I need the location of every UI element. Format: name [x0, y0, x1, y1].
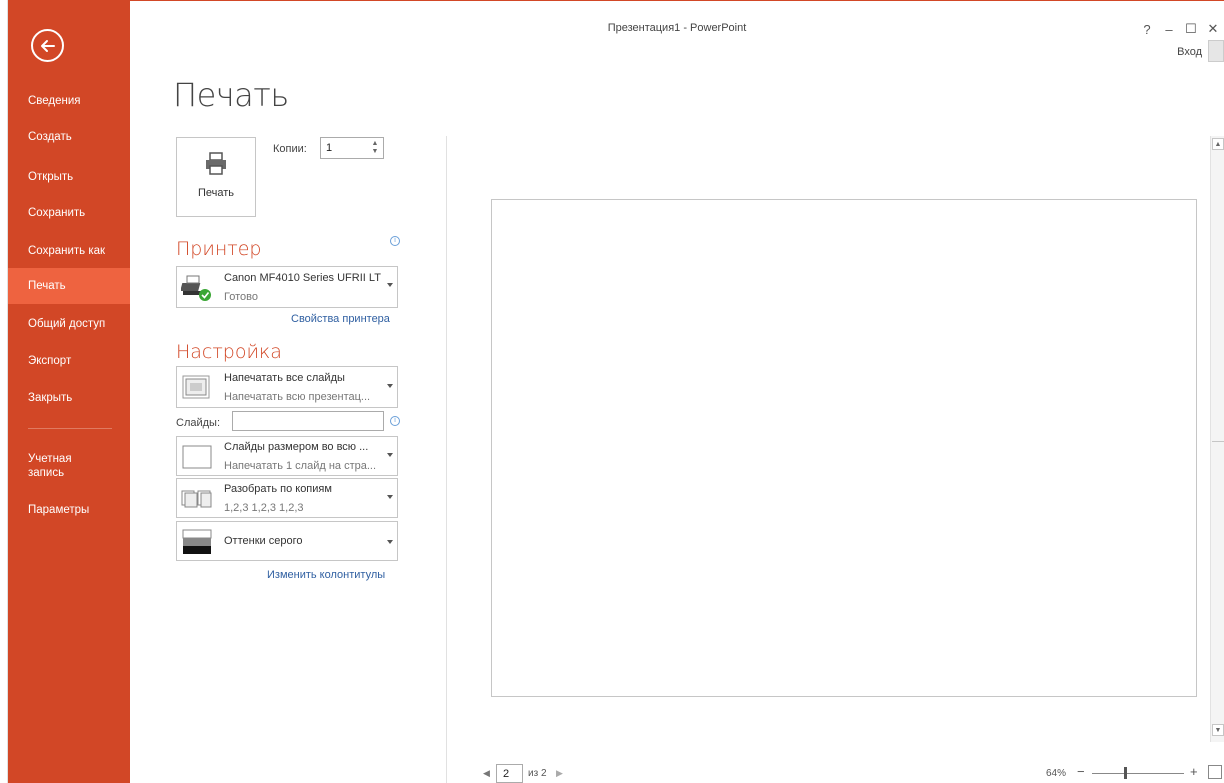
copies-value: 1 [326, 142, 333, 154]
collate-title: Разобрать по копиям [224, 483, 332, 495]
sidebar-item-share[interactable]: Общий доступ [8, 306, 130, 342]
settings-heading: Настройка [176, 341, 282, 363]
print-preview-page [491, 199, 1197, 697]
sidebar-item-print[interactable]: Печать [8, 268, 130, 304]
window-controls: ? – ☐ ✕ [1136, 20, 1224, 38]
window-edge [0, 0, 8, 783]
printer-icon [206, 152, 226, 175]
collate-dropdown[interactable]: Разобрать по копиям 1,2,3 1,2,3 1,2,3 [176, 478, 398, 518]
account-label-line1: Учетная [28, 453, 72, 465]
chevron-down-icon [387, 453, 393, 457]
chevron-down-icon [387, 283, 393, 287]
sidebar-divider [28, 428, 112, 429]
panel-divider [446, 136, 447, 783]
chevron-down-icon [387, 384, 393, 388]
arrow-left-icon [40, 39, 55, 52]
sidebar-item-save[interactable]: Сохранить [8, 195, 130, 231]
print-range-dropdown[interactable]: Напечатать все слайды Напечатать всю пре… [176, 366, 398, 408]
page-number-input[interactable]: 2 [496, 764, 523, 783]
maximize-button[interactable]: ☐ [1180, 20, 1202, 38]
copies-stepper[interactable]: 1 ▲ ▼ [320, 137, 384, 159]
window-title: Презентация1 - PowerPoint [607, 22, 747, 34]
sidebar-item-options[interactable]: Параметры [8, 492, 130, 528]
print-button[interactable]: Печать [176, 137, 256, 217]
back-button[interactable] [31, 29, 64, 62]
printer-status: Готово [224, 291, 258, 303]
zoom-to-page-icon[interactable] [1208, 765, 1222, 779]
grayscale-icon [182, 529, 212, 554]
preview-scrollbar[interactable]: ▲ ▼ [1210, 136, 1224, 742]
slides-label: Слайды: [176, 417, 221, 429]
printer-heading: Принтер [176, 238, 262, 260]
color-title: Оттенки серого [224, 535, 303, 547]
scroll-up-icon[interactable]: ▲ [1212, 138, 1224, 150]
avatar[interactable] [1208, 40, 1224, 62]
help-button[interactable]: ? [1136, 20, 1158, 38]
zoom-out-button[interactable]: − [1077, 764, 1085, 779]
printer-ready-icon [181, 275, 211, 301]
zoom-slider-thumb[interactable] [1124, 767, 1127, 779]
next-page-icon[interactable]: ▶ [556, 768, 563, 779]
collate-icon [181, 490, 212, 508]
layout-dropdown[interactable]: Слайды размером во всю ... Напечатать 1 … [176, 436, 398, 476]
edit-header-footer-link[interactable]: Изменить колонтитулы [267, 569, 385, 581]
sidebar-item-info[interactable]: Сведения [8, 83, 130, 119]
chevron-down-icon [387, 540, 393, 544]
account-label-line2: запись [28, 467, 65, 479]
printer-name: Canon MF4010 Series UFRII LT [224, 272, 381, 284]
spinner-arrows-icon[interactable]: ▲ ▼ [370, 140, 380, 156]
minimize-button[interactable]: – [1158, 20, 1180, 38]
print-range-desc: Напечатать всю презентац... [224, 391, 371, 403]
print-button-label: Печать [197, 187, 235, 199]
full-page-slide-icon [182, 445, 212, 469]
info-icon[interactable]: i [390, 416, 400, 426]
zoom-slider[interactable] [1092, 773, 1184, 774]
sidebar-item-close[interactable]: Закрыть [8, 380, 130, 416]
sidebar-item-account[interactable]: Учетная запись [8, 450, 130, 490]
collate-desc: 1,2,3 1,2,3 1,2,3 [224, 502, 304, 514]
sidebar-item-export[interactable]: Экспорт [8, 343, 130, 379]
page-count: из 2 [528, 768, 547, 779]
layout-desc: Напечатать 1 слайд на стра... [224, 460, 377, 472]
color-dropdown[interactable]: Оттенки серого [176, 521, 398, 561]
print-range-title: Напечатать все слайды [224, 372, 345, 384]
page-title: Печать [173, 76, 289, 114]
scroll-down-icon[interactable]: ▼ [1212, 724, 1224, 736]
printer-properties-link[interactable]: Свойства принтера [291, 313, 390, 325]
scroll-thumb[interactable] [1212, 441, 1224, 442]
close-button[interactable]: ✕ [1202, 20, 1224, 38]
zoom-in-button[interactable]: + [1190, 764, 1198, 779]
previous-page-icon[interactable]: ◀ [483, 768, 490, 779]
zoom-level[interactable]: 64% [1046, 768, 1066, 779]
info-icon[interactable]: i [390, 236, 400, 246]
copies-label: Копии: [273, 143, 307, 155]
title-bar-border [130, 0, 1224, 1]
chevron-down-icon [387, 495, 393, 499]
sidebar-item-save-as[interactable]: Сохранить как [8, 233, 130, 269]
backstage-sidebar: Сведения Создать Открыть Сохранить Сохра… [8, 0, 130, 783]
layout-title: Слайды размером во всю ... [224, 441, 369, 453]
slides-stack-icon [182, 375, 210, 399]
slides-input[interactable] [232, 411, 384, 431]
sidebar-item-new[interactable]: Создать [8, 119, 130, 155]
printer-dropdown[interactable]: Canon MF4010 Series UFRII LT Готово [176, 266, 398, 308]
signin-link[interactable]: Вход [1177, 46, 1202, 58]
sidebar-item-open[interactable]: Открыть [8, 159, 130, 195]
